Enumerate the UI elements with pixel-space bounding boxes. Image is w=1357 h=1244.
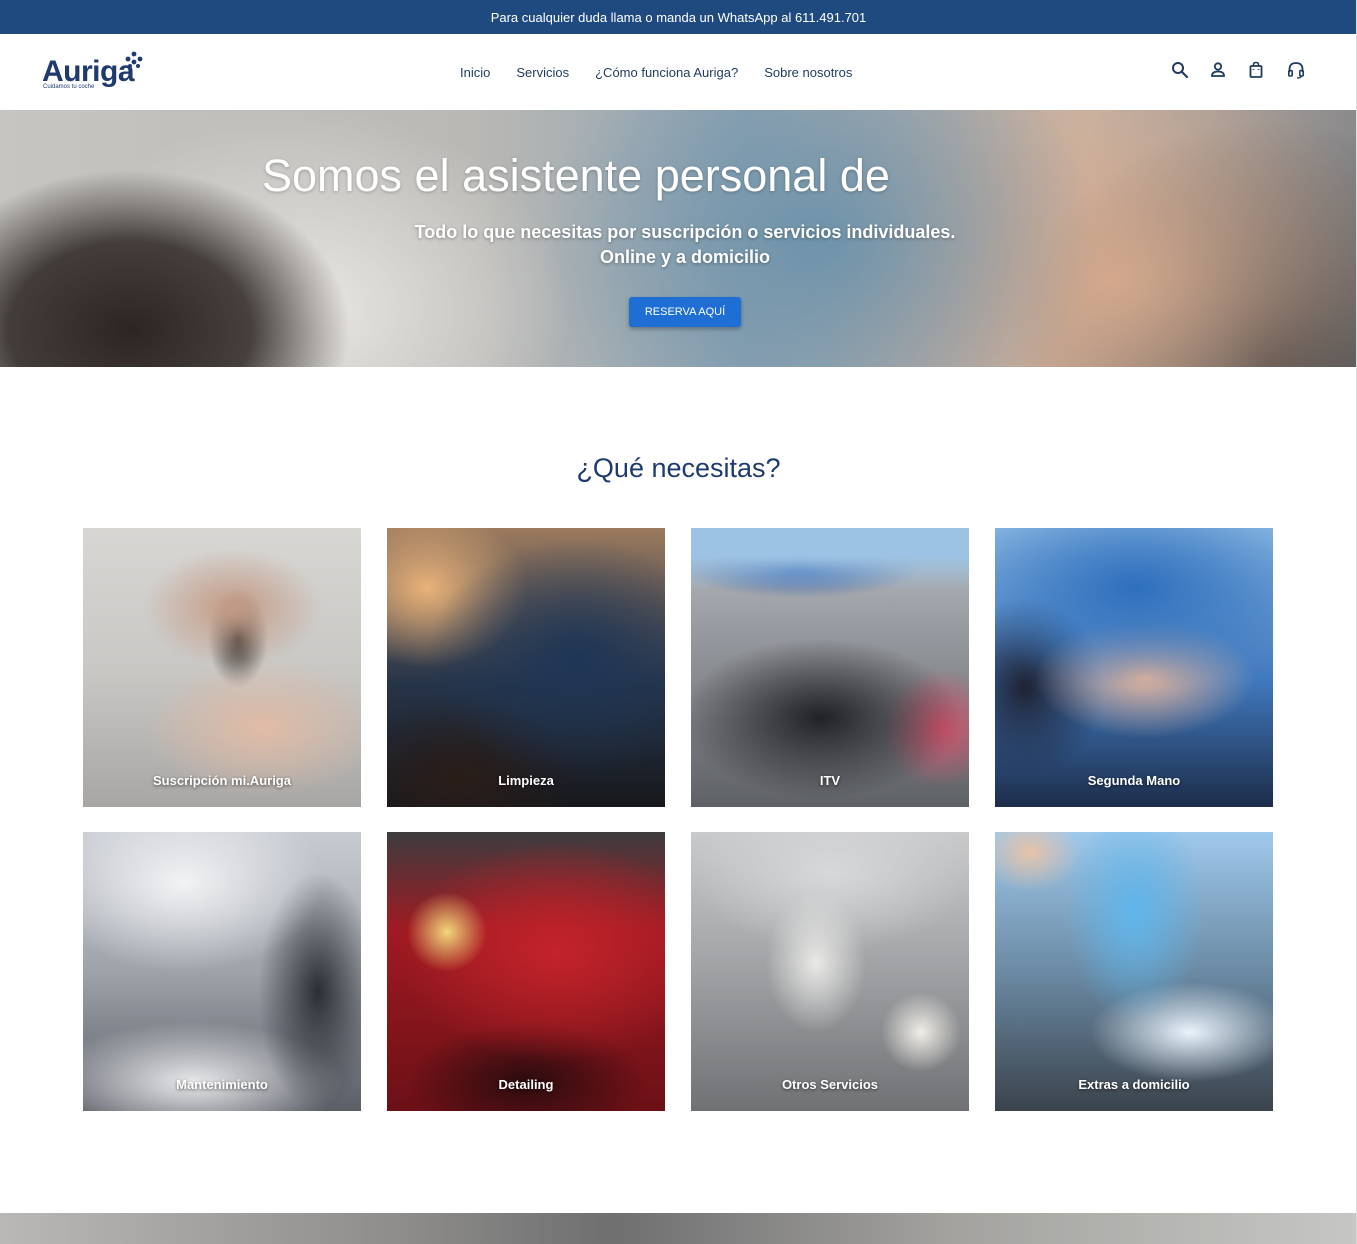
nav-item-servicios[interactable]: Servicios	[516, 65, 569, 80]
hero-subtitle-line1: Todo lo que necesitas por suscripción o …	[414, 222, 956, 242]
services-grid: Suscripción mi.Auriga Limpieza ITV Segun…	[83, 528, 1273, 1111]
cart-icon[interactable]	[1246, 60, 1266, 80]
service-card-mantenimiento[interactable]: Mantenimiento	[83, 832, 361, 1111]
hero-subtitle: Todo lo que necesitas por suscripción o …	[0, 220, 1357, 270]
hero-banner: Somos el asistente personal de Todo lo q…	[0, 110, 1357, 367]
auriga-logo[interactable]: Auriga Cuidamos tu coche	[42, 51, 152, 94]
reserve-button[interactable]: RESERVA AQUÍ	[629, 297, 741, 327]
service-card-label: Detailing	[498, 1077, 554, 1092]
hero-subtitle-line2: Online y a domicilio	[599, 247, 771, 267]
account-icon[interactable]	[1208, 60, 1228, 80]
site-header: Auriga Cuidamos tu coche Inicio Servicio…	[0, 34, 1357, 111]
services-title: ¿Qué necesitas?	[576, 453, 781, 483]
logo-tagline: Cuidamos tu coche	[43, 84, 95, 90]
main-nav: Inicio Servicios ¿Cómo funciona Auriga? …	[447, 34, 865, 110]
service-card-otros-servicios[interactable]: Otros Servicios	[691, 832, 969, 1111]
logo-dots-icon	[125, 51, 143, 68]
next-section-image	[0, 1213, 1357, 1244]
service-card-label: Mantenimiento	[176, 1077, 268, 1092]
service-card-label: Segunda Mano	[1087, 773, 1181, 788]
service-card-label: Suscripción mi.Auriga	[153, 773, 291, 788]
service-card-label: Otros Servicios	[781, 1077, 879, 1092]
service-card-label: Extras a domicilio	[1078, 1077, 1190, 1092]
service-card-limpieza[interactable]: Limpieza	[387, 528, 665, 807]
service-card-suscripcion[interactable]: Suscripción mi.Auriga	[83, 528, 361, 807]
service-card-extras-domicilio[interactable]: Extras a domicilio	[995, 832, 1273, 1111]
announcement-text: Para cualquier duda llama o manda un Wha…	[490, 9, 867, 25]
service-card-segunda-mano[interactable]: Segunda Mano	[995, 528, 1273, 807]
service-card-itv[interactable]: ITV	[691, 528, 969, 807]
service-card-label: Limpieza	[498, 773, 554, 788]
service-card-detailing[interactable]: Detailing	[387, 832, 665, 1111]
nav-item-inicio[interactable]: Inicio	[460, 65, 490, 80]
nav-item-sobre-nosotros[interactable]: Sobre nosotros	[764, 65, 852, 80]
hero-title: Somos el asistente personal de	[262, 150, 890, 201]
announcement-bar: Para cualquier duda llama o manda un Wha…	[0, 0, 1357, 34]
support-headset-icon[interactable]	[1286, 60, 1306, 80]
service-card-label: ITV	[819, 773, 841, 788]
nav-item-como-funciona[interactable]: ¿Cómo funciona Auriga?	[595, 65, 738, 80]
search-icon[interactable]	[1170, 60, 1190, 80]
